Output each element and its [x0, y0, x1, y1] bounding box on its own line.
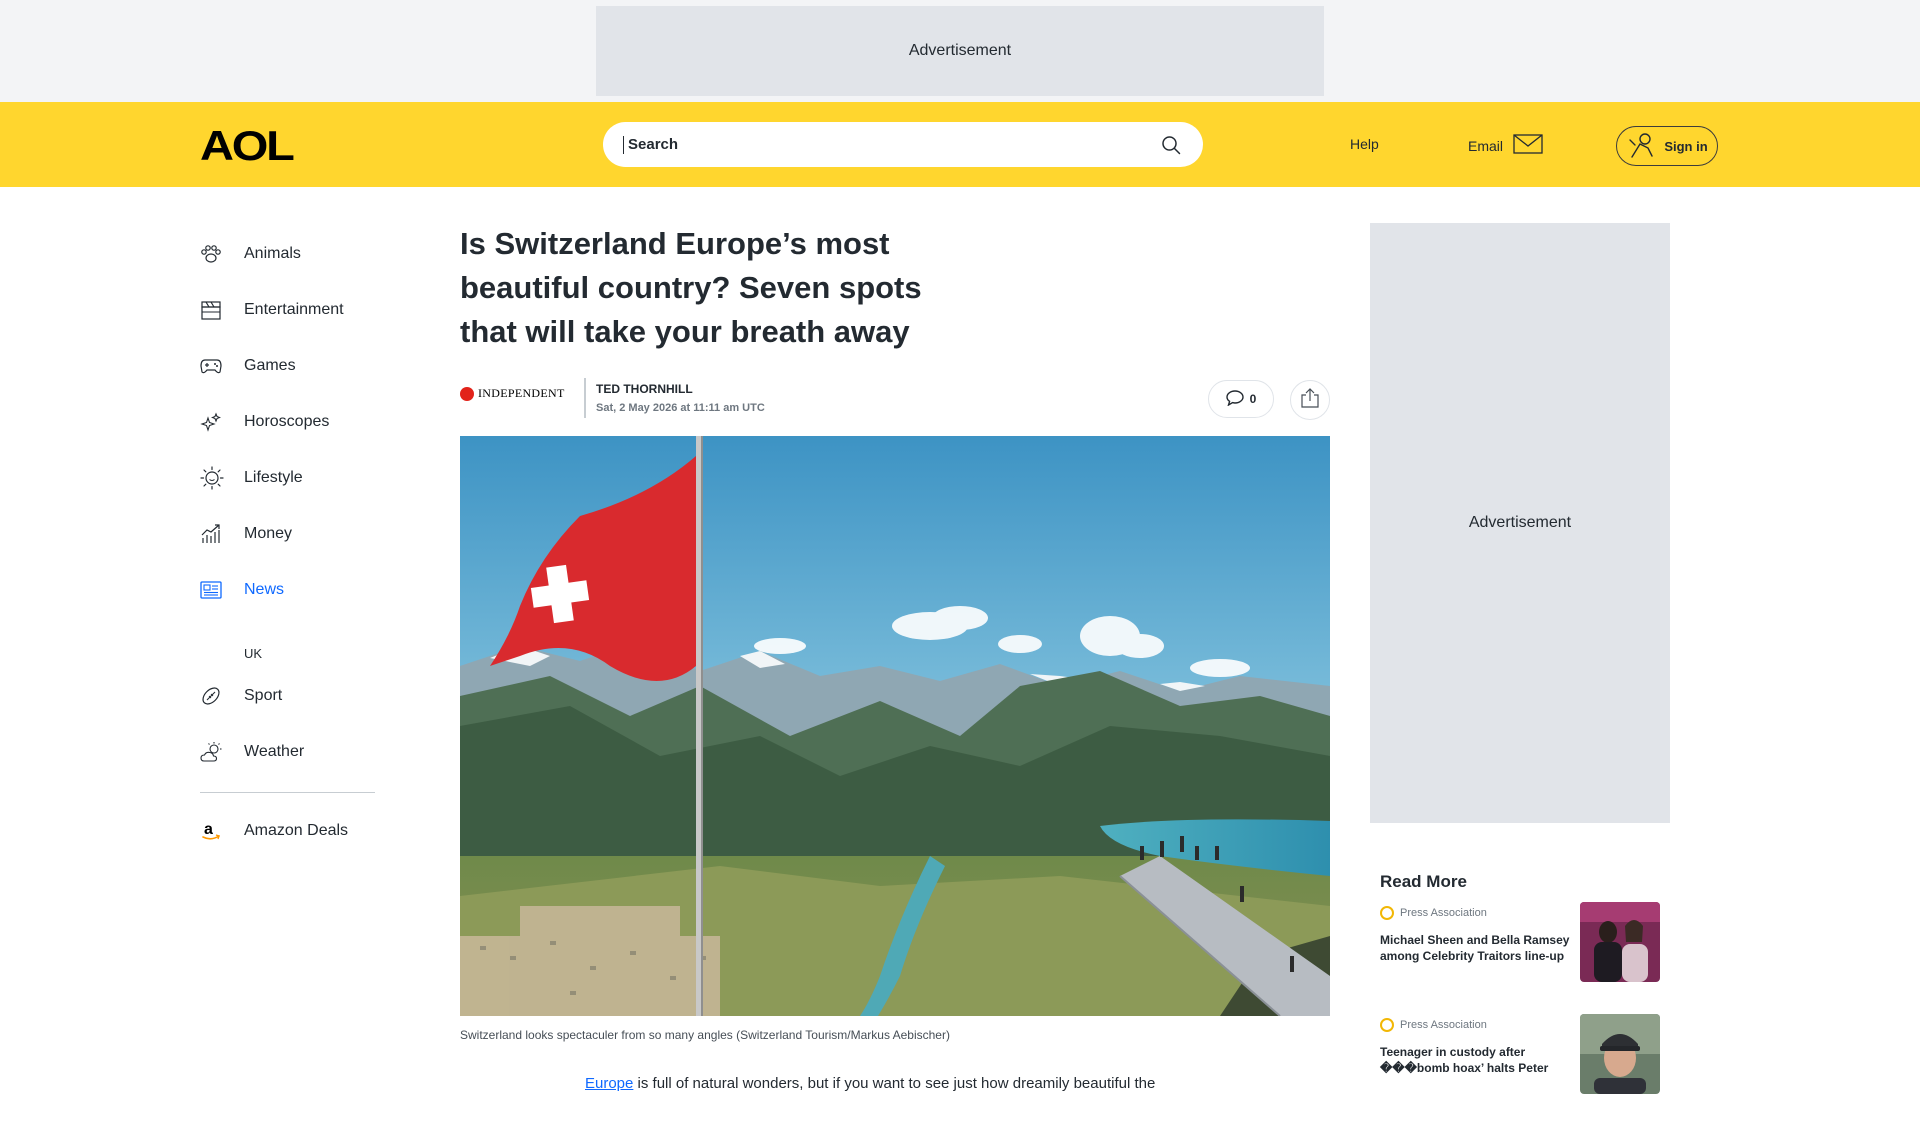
nav-label: Amazon Deals — [244, 822, 349, 839]
svg-text:a: a — [204, 821, 213, 838]
nav-label: Entertainment — [244, 301, 344, 318]
byline-divider — [584, 378, 586, 418]
nav-label: Sport — [244, 687, 283, 704]
read-more-section: Read More Press Association Michael Shee… — [1380, 872, 1662, 1130]
paw-icon — [200, 242, 228, 266]
nav-label: News — [244, 581, 285, 598]
nav-item-horoscopes[interactable]: Horoscopes — [200, 394, 376, 450]
nav-item-animals[interactable]: Animals — [200, 226, 376, 282]
read-more-item[interactable]: Press Association Teenager in custody af… — [1380, 1014, 1662, 1130]
nav-label: Horoscopes — [244, 413, 330, 430]
press-association-icon — [1380, 906, 1394, 920]
story-headline[interactable]: Michael Sheen and Bella Ramsey among Cel… — [1380, 932, 1570, 964]
waving-person-icon — [1626, 130, 1656, 163]
gamepad-icon — [200, 354, 228, 378]
search-input[interactable] — [628, 136, 1159, 153]
left-navigation: Animals Entertainment Games Horoscopes L… — [200, 226, 376, 859]
sun-face-icon — [200, 466, 228, 490]
nav-item-lifestyle[interactable]: Lifestyle — [200, 450, 376, 506]
advertisement-label: Advertisement — [1468, 514, 1572, 531]
nav-label: Weather — [244, 743, 305, 760]
article-byline: INDEPENDENT TED THORNHILL Sat, 2 May 202… — [460, 374, 1330, 422]
source-name: Press Association — [1400, 907, 1487, 919]
independent-eagle-icon — [460, 386, 474, 401]
football-icon — [200, 684, 228, 708]
right-rail-advertisement[interactable]: Advertisement — [1370, 223, 1670, 823]
story-thumbnail[interactable] — [1580, 1014, 1660, 1094]
sign-in-button[interactable]: Sign in — [1616, 126, 1718, 166]
read-more-item[interactable]: Press Association Michael Sheen and Bell… — [1380, 902, 1662, 1018]
nav-item-entertainment[interactable]: Entertainment — [200, 282, 376, 338]
publisher-name: INDEPENDENT — [478, 386, 565, 400]
search-bar[interactable] — [603, 122, 1203, 167]
author-name: TED THORNHILL — [596, 382, 693, 396]
nav-label: Games — [244, 357, 296, 374]
nav-item-sport[interactable]: Sport — [200, 668, 376, 724]
comments-button[interactable]: 0 — [1208, 380, 1274, 418]
share-icon — [1301, 387, 1319, 413]
email-link[interactable]: Email — [1468, 134, 1543, 157]
envelope-icon — [1513, 134, 1543, 157]
publish-date: Sat, 2 May 2026 at 11:11 am UTC — [596, 402, 765, 414]
comment-icon — [1225, 389, 1244, 409]
nav-label: Money — [244, 525, 293, 542]
email-label: Email — [1468, 137, 1504, 154]
press-association-icon — [1380, 1018, 1394, 1032]
body-text: is full of natural wonders, but if you w… — [633, 1075, 1156, 1092]
comment-count: 0 — [1249, 392, 1257, 406]
nav-item-money[interactable]: Money — [200, 506, 376, 562]
share-button[interactable] — [1290, 380, 1330, 420]
newspaper-icon — [200, 578, 228, 602]
article: Is Switzerland Europe’s most beautiful c… — [460, 222, 1330, 1094]
story-source: Press Association — [1380, 1018, 1487, 1032]
aol-logo[interactable]: AOL — [200, 122, 295, 169]
sparkles-icon — [200, 410, 228, 434]
text-caret — [623, 135, 624, 154]
nav-item-amazon-deals[interactable]: a Amazon Deals — [200, 803, 376, 859]
top-advertisement[interactable]: Advertisement — [596, 6, 1324, 96]
chart-icon — [200, 522, 228, 546]
sign-in-label: Sign in — [1664, 138, 1708, 154]
amazon-icon: a — [200, 819, 228, 843]
search-icon[interactable] — [1159, 133, 1183, 157]
site-header: AOL Help Email Sign in — [0, 102, 1920, 187]
advertisement-label: Advertisement — [908, 42, 1012, 59]
nav-label: Lifestyle — [244, 469, 303, 486]
source-name: Press Association — [1400, 1019, 1487, 1031]
nav-label: Animals — [244, 245, 301, 262]
article-body-paragraph: Europe is full of natural wonders, but i… — [460, 1074, 1330, 1094]
clapperboard-icon — [200, 298, 228, 322]
nav-item-news[interactable]: News — [200, 562, 376, 618]
top-ad-region: Advertisement — [0, 0, 1920, 102]
sun-cloud-icon — [200, 740, 228, 764]
help-link[interactable]: Help — [1350, 136, 1379, 152]
publisher-logo[interactable]: INDEPENDENT — [460, 386, 565, 401]
nav-subitem-uk[interactable]: UK — [200, 638, 376, 668]
nav-divider — [200, 792, 375, 793]
story-source: Press Association — [1380, 906, 1487, 920]
hero-image[interactable] — [460, 436, 1330, 1016]
article-title: Is Switzerland Europe’s most beautiful c… — [460, 226, 922, 349]
story-headline[interactable]: Teenager in custody after ���bomb hoax’ … — [1380, 1044, 1570, 1076]
nav-item-games[interactable]: Games — [200, 338, 376, 394]
read-more-title: Read More — [1380, 872, 1467, 891]
image-caption: Switzerland looks spectaculer from so ma… — [460, 1028, 950, 1042]
europe-link[interactable]: Europe — [585, 1075, 633, 1092]
story-thumbnail[interactable] — [1580, 902, 1660, 982]
nav-item-weather[interactable]: Weather — [200, 724, 376, 780]
